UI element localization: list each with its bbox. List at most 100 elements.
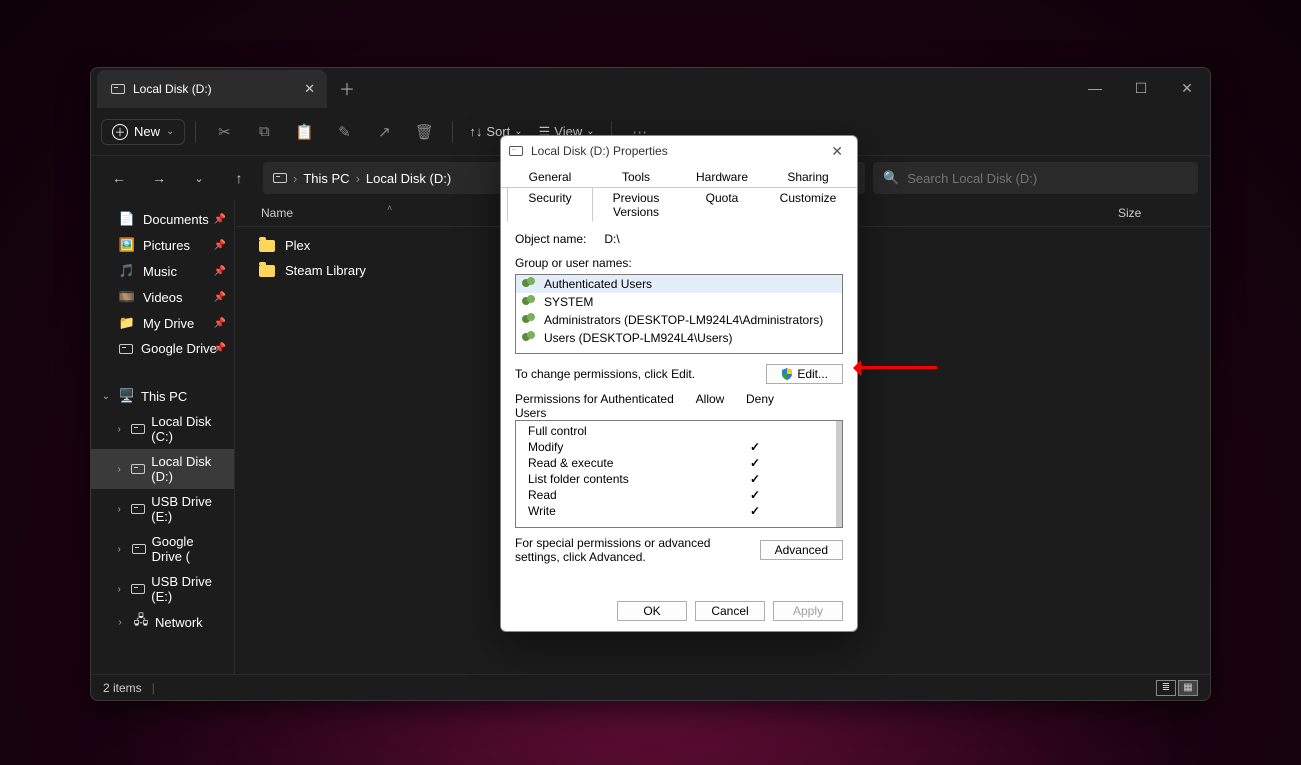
chevron-right-icon[interactable]: › (113, 504, 125, 515)
tab-close-icon[interactable]: ✕ (304, 81, 315, 97)
tree-item[interactable]: ›USB Drive (E:) (91, 569, 234, 609)
folder-icon (259, 240, 275, 252)
search-input[interactable] (907, 171, 1188, 186)
group-item[interactable]: Administrators (DESKTOP-LM924L4\Administ… (516, 311, 842, 329)
titlebar: Local Disk (D:) ✕ ＋ — ☐ ✕ (91, 68, 1210, 108)
chevron-right-icon[interactable]: › (113, 464, 125, 475)
qa-icon: 📄 (119, 211, 135, 227)
new-tab-button[interactable]: ＋ (327, 68, 367, 108)
object-name-label: Object name: (515, 232, 586, 246)
ok-button[interactable]: OK (617, 601, 687, 621)
permissions-list[interactable]: Full controlModify✓Read & execute✓List f… (515, 420, 843, 528)
properties-tab[interactable]: Previous Versions (593, 187, 679, 222)
tabs-row-2: SecurityPrevious VersionsQuotaCustomize (501, 187, 857, 222)
drive-icon (131, 421, 145, 437)
group-item[interactable]: Users (DESKTOP-LM924L4\Users) (516, 329, 842, 347)
quick-access-item[interactable]: 📁My Drive📌 (91, 310, 234, 336)
close-button[interactable]: ✕ (1164, 68, 1210, 108)
chevron-right-icon[interactable]: › (113, 584, 125, 595)
quick-access-item[interactable]: 🖼️Pictures📌 (91, 232, 234, 258)
group-item[interactable]: SYSTEM (516, 293, 842, 311)
deny-header: Deny (735, 392, 785, 420)
deny-check (780, 472, 830, 486)
scrollbar[interactable] (836, 421, 842, 527)
permission-name: Modify (528, 440, 730, 454)
quick-access-item[interactable]: 🎵Music📌 (91, 258, 234, 284)
group-list[interactable]: Authenticated Users SYSTEM Administrators … (515, 274, 843, 354)
details-view-toggle[interactable]: ≣ (1156, 680, 1176, 696)
chevron-right-icon[interactable]: › (113, 544, 125, 555)
tree-label: USB Drive (E:) (151, 494, 226, 524)
large-icons-toggle[interactable]: ▦ (1178, 680, 1198, 696)
minimize-button[interactable]: — (1072, 68, 1118, 108)
qa-icon: 🎵 (119, 263, 135, 279)
qa-icon: 🖼️ (119, 237, 135, 253)
paste-icon[interactable]: 📋 (286, 116, 322, 148)
properties-tab[interactable]: Quota (679, 187, 765, 222)
group-name: SYSTEM (544, 295, 593, 309)
permission-name: Read & execute (528, 456, 730, 470)
rename-icon[interactable]: ✎ (326, 116, 362, 148)
properties-tab[interactable]: Security (507, 187, 593, 222)
sort-icon: ↑↓ (469, 124, 482, 139)
group-name: Users (DESKTOP-LM924L4\Users) (544, 331, 733, 345)
chevron-down-icon[interactable]: ⌄ (99, 391, 113, 402)
properties-tab[interactable]: Customize (765, 187, 851, 222)
separator (452, 121, 453, 143)
item-count: 2 items (103, 681, 142, 695)
apply-button[interactable]: Apply (773, 601, 843, 621)
tree-item[interactable]: ›🖧Network (91, 609, 234, 635)
deny-check (780, 488, 830, 502)
group-name: Authenticated Users (544, 277, 652, 291)
tree-item[interactable]: › USB Drive (E:) (91, 489, 234, 529)
forward-button[interactable]: → (143, 162, 175, 194)
cut-icon[interactable]: ✂ (206, 116, 242, 148)
qa-label: Documents (143, 212, 209, 227)
breadcrumb-root[interactable]: This PC (303, 171, 349, 186)
chevron-right-icon[interactable]: › (113, 424, 125, 435)
search-box[interactable]: 🔍 (873, 162, 1198, 194)
up-chevron-icon[interactable]: ⌄ (183, 162, 215, 194)
pin-icon: 📌 (214, 343, 226, 354)
object-name-value: D:\ (604, 232, 619, 246)
quick-access-item[interactable]: 📄Documents📌 (91, 206, 234, 232)
delete-icon[interactable]: 🗑 (406, 116, 442, 148)
cancel-button[interactable]: Cancel (695, 601, 765, 621)
dialog-titlebar: Local Disk (D:) Properties ✕ (501, 136, 857, 166)
quick-access-item[interactable]: Google Drive📌 (91, 336, 234, 361)
properties-tab[interactable]: General (507, 166, 593, 187)
deny-check (780, 456, 830, 470)
tree-label: Local Disk (D:) (151, 454, 226, 484)
permission-name: Full control (528, 424, 730, 438)
edit-button[interactable]: Edit... (766, 364, 843, 384)
breadcrumb-current[interactable]: Local Disk (D:) (366, 171, 451, 186)
deny-check (780, 504, 830, 518)
chevron-right-icon[interactable]: › (113, 617, 127, 628)
drive-icon (131, 461, 145, 477)
view-toggles: ≣ ▦ (1156, 680, 1198, 696)
quick-access-item[interactable]: 🎞️Videos📌 (91, 284, 234, 310)
back-button[interactable]: ← (103, 162, 135, 194)
copy-icon[interactable]: ⧉ (246, 116, 282, 148)
users-icon (522, 313, 538, 327)
share-icon[interactable]: ↗ (366, 116, 402, 148)
permission-name: Write (528, 504, 730, 518)
properties-tab[interactable]: Hardware (679, 166, 765, 187)
new-button[interactable]: ＋ New ⌄ (101, 119, 185, 145)
drive-icon (131, 581, 145, 597)
dialog-close-icon[interactable]: ✕ (825, 143, 849, 160)
tree-item[interactable]: ›Google Drive ( (91, 529, 234, 569)
tree-item[interactable]: ›Local Disk (C:) (91, 409, 234, 449)
security-tab-body: Object name: D:\ Group or user names: Au… (501, 222, 857, 591)
properties-tab[interactable]: Tools (593, 166, 679, 187)
properties-tab[interactable]: Sharing (765, 166, 851, 187)
window-tab[interactable]: Local Disk (D:) ✕ (97, 70, 327, 108)
advanced-button[interactable]: Advanced (760, 540, 843, 560)
up-button[interactable]: ↑ (223, 162, 255, 194)
drive-icon (131, 541, 145, 557)
group-item[interactable]: Authenticated Users (516, 275, 842, 293)
tree-item[interactable]: › Local Disk (D:) (91, 449, 234, 489)
tree-root-this-pc[interactable]: ⌄ 🖥️ This PC (91, 383, 234, 409)
maximize-button[interactable]: ☐ (1118, 68, 1164, 108)
column-size[interactable]: Size (1118, 206, 1198, 220)
